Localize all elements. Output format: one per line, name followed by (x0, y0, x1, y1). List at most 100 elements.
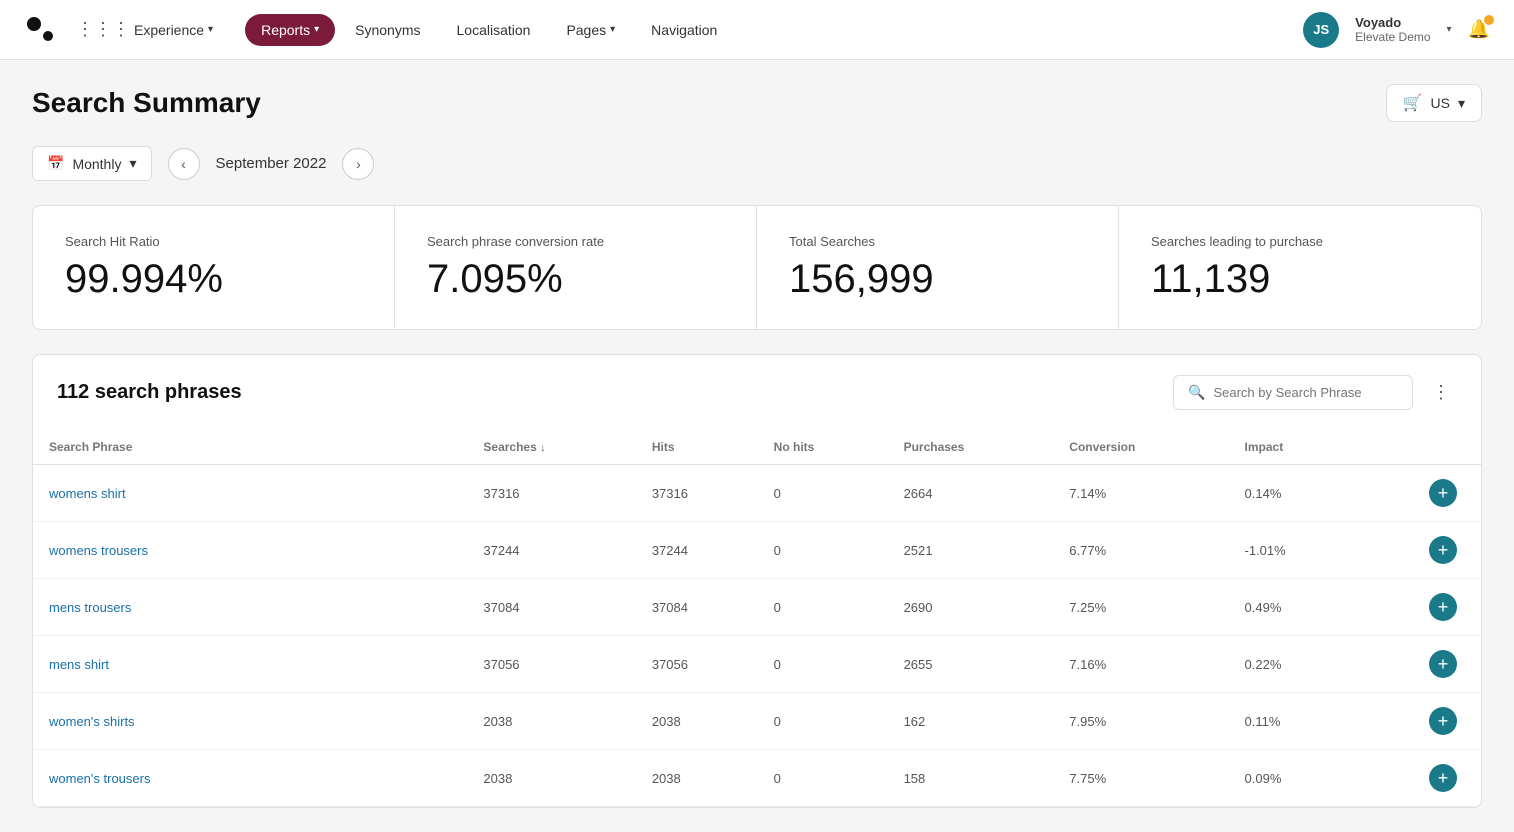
cell-impact-5: 0.09% (1229, 750, 1360, 807)
stat-value-3: 11,139 (1151, 257, 1449, 301)
experience-dropdown[interactable]: Experience ▾ (134, 22, 213, 38)
add-button-1[interactable]: + (1429, 536, 1457, 564)
nav-item-localisation[interactable]: Localisation (441, 14, 547, 46)
cell-searches-3: 37056 (467, 636, 635, 693)
logo[interactable] (24, 12, 60, 48)
add-button-3[interactable]: + (1429, 650, 1457, 678)
search-phrases-table: Search Phrase Searches ↓ Hits No hits Pu… (33, 430, 1481, 807)
stat-value-0: 99.994% (65, 257, 362, 301)
header-right: JS Voyado Elevate Demo ▾ 🔔 (1303, 12, 1490, 48)
bell-container[interactable]: 🔔 (1468, 19, 1490, 40)
nav-item-pages[interactable]: Pages ▾ (550, 14, 631, 46)
cell-searches-5: 2038 (467, 750, 635, 807)
table-row: mens shirt 37056 37056 0 2655 7.16% 0.22… (33, 636, 1481, 693)
table-row: womens trousers 37244 37244 0 2521 6.77%… (33, 522, 1481, 579)
cell-purchases-5: 158 (888, 750, 1054, 807)
period-label: Monthly (72, 156, 121, 172)
cell-action-2: + (1359, 579, 1481, 636)
period-chevron-icon: ▾ (129, 155, 136, 172)
user-name: Voyado (1355, 15, 1430, 30)
pages-chevron-icon: ▾ (610, 24, 615, 35)
region-selector[interactable]: 🛒 US ▾ (1386, 84, 1482, 122)
add-button-4[interactable]: + (1429, 707, 1457, 735)
stat-label-3: Searches leading to purchase (1151, 234, 1449, 249)
cell-nohits-0: 0 (758, 465, 888, 522)
col-header-nohits: No hits (758, 430, 888, 465)
reports-chevron-icon: ▾ (314, 24, 319, 35)
cell-action-5: + (1359, 750, 1481, 807)
table-row: women's trousers 2038 2038 0 158 7.75% 0… (33, 750, 1481, 807)
add-button-5[interactable]: + (1429, 764, 1457, 792)
stat-leading-to-purchase: Searches leading to purchase 11,139 (1119, 206, 1481, 329)
cell-impact-4: 0.11% (1229, 693, 1360, 750)
cell-hits-2: 37084 (636, 579, 758, 636)
cell-searches-2: 37084 (467, 579, 635, 636)
nav-item-reports[interactable]: Reports ▾ (245, 14, 335, 46)
col-header-impact: Impact (1229, 430, 1360, 465)
cell-conversion-1: 6.77% (1053, 522, 1228, 579)
cell-hits-0: 37316 (636, 465, 758, 522)
main-header: ⋮⋮⋮ Experience ▾ Reports ▾ Synonyms Loca… (0, 0, 1514, 60)
cell-phrase-5[interactable]: women's trousers (33, 750, 467, 807)
grid-icon[interactable]: ⋮⋮⋮ (76, 19, 130, 40)
col-header-purchases: Purchases (888, 430, 1054, 465)
next-date-button[interactable]: › (342, 148, 374, 180)
nav-item-synonyms[interactable]: Synonyms (339, 14, 436, 46)
cell-action-3: + (1359, 636, 1481, 693)
cell-hits-5: 2038 (636, 750, 758, 807)
cell-phrase-4[interactable]: women's shirts (33, 693, 467, 750)
user-chevron-icon[interactable]: ▾ (1447, 24, 1452, 35)
cell-hits-4: 2038 (636, 693, 758, 750)
avatar: JS (1303, 12, 1339, 48)
filters-bar: 📅 Monthly ▾ ‹ September 2022 › (32, 146, 1482, 181)
stat-label-0: Search Hit Ratio (65, 234, 362, 249)
stat-conversion-rate: Search phrase conversion rate 7.095% (395, 206, 757, 329)
cell-impact-3: 0.22% (1229, 636, 1360, 693)
cell-hits-1: 37244 (636, 522, 758, 579)
cell-impact-0: 0.14% (1229, 465, 1360, 522)
cell-purchases-2: 2690 (888, 579, 1054, 636)
cell-nohits-1: 0 (758, 522, 888, 579)
nav-item-navigation[interactable]: Navigation (635, 14, 733, 46)
cell-purchases-3: 2655 (888, 636, 1054, 693)
table-section: 112 search phrases 🔍 ⋮ Search Phrase Sea… (32, 354, 1482, 808)
cell-phrase-1[interactable]: womens trousers (33, 522, 467, 579)
search-input[interactable] (1213, 385, 1398, 400)
cell-phrase-2[interactable]: mens trousers (33, 579, 467, 636)
cell-purchases-0: 2664 (888, 465, 1054, 522)
add-button-0[interactable]: + (1429, 479, 1457, 507)
col-header-action (1359, 430, 1481, 465)
prev-arrow-icon: ‹ (181, 156, 186, 172)
experience-label: Experience (134, 22, 204, 38)
page-header: Search Summary 🛒 US ▾ (32, 84, 1482, 122)
cell-nohits-3: 0 (758, 636, 888, 693)
stats-row: Search Hit Ratio 99.994% Search phrase c… (32, 205, 1482, 330)
col-header-conversion: Conversion (1053, 430, 1228, 465)
search-box[interactable]: 🔍 (1173, 375, 1413, 410)
add-button-2[interactable]: + (1429, 593, 1457, 621)
cell-searches-0: 37316 (467, 465, 635, 522)
stat-label-2: Total Searches (789, 234, 1086, 249)
cell-phrase-3[interactable]: mens shirt (33, 636, 467, 693)
table-title: 112 search phrases (57, 381, 242, 404)
period-dropdown[interactable]: 📅 Monthly ▾ (32, 146, 152, 181)
table-header-row: Search Phrase Searches ↓ Hits No hits Pu… (33, 430, 1481, 465)
more-options-button[interactable]: ⋮ (1425, 377, 1457, 409)
cell-phrase-0[interactable]: womens shirt (33, 465, 467, 522)
cell-nohits-4: 0 (758, 693, 888, 750)
col-header-searches: Searches ↓ (467, 430, 635, 465)
cell-conversion-5: 7.75% (1053, 750, 1228, 807)
prev-date-button[interactable]: ‹ (168, 148, 200, 180)
cell-action-0: + (1359, 465, 1481, 522)
cell-searches-1: 37244 (467, 522, 635, 579)
region-chevron-icon: ▾ (1458, 95, 1465, 112)
table-row: women's shirts 2038 2038 0 162 7.95% 0.1… (33, 693, 1481, 750)
cell-impact-1: -1.01% (1229, 522, 1360, 579)
cell-conversion-3: 7.16% (1053, 636, 1228, 693)
cell-hits-3: 37056 (636, 636, 758, 693)
user-info: Voyado Elevate Demo (1355, 15, 1430, 44)
next-arrow-icon: › (356, 156, 361, 172)
calendar-icon: 📅 (47, 155, 64, 172)
cell-action-1: + (1359, 522, 1481, 579)
cell-action-4: + (1359, 693, 1481, 750)
